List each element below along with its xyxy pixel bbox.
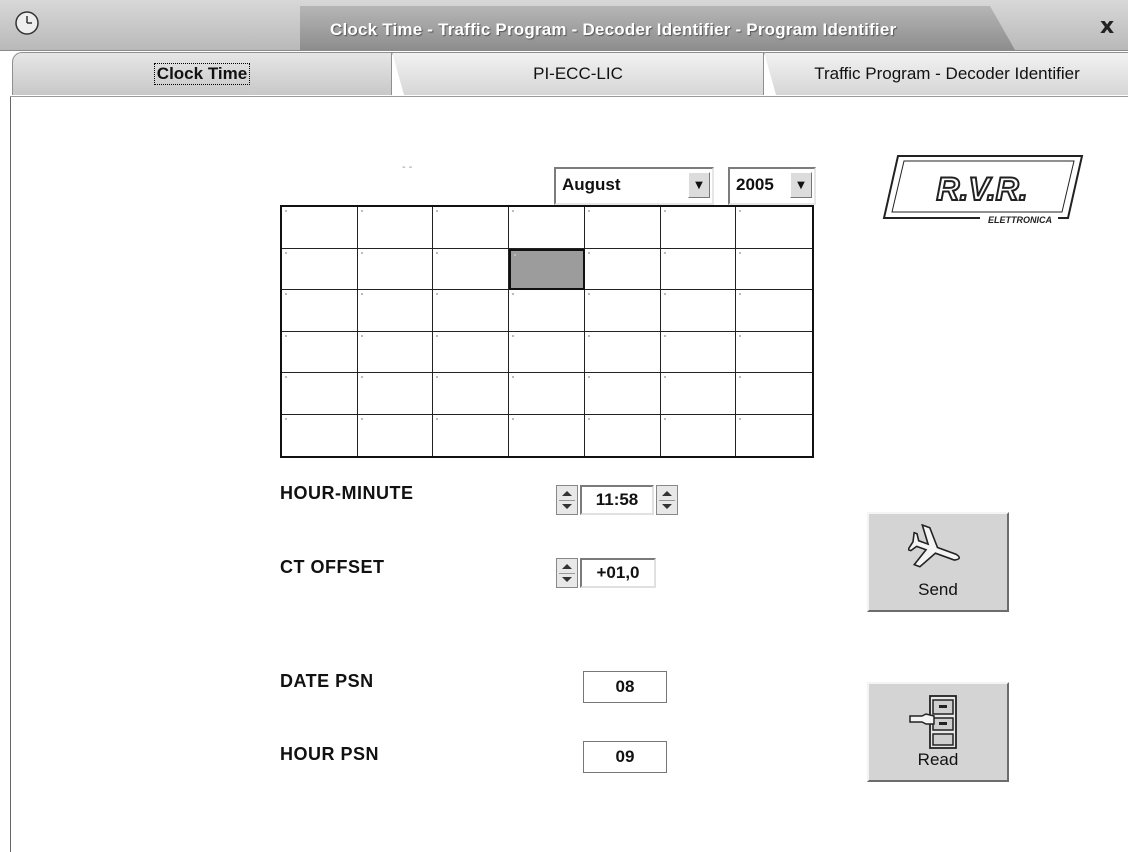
ct-offset-label: CT OFFSET bbox=[280, 557, 385, 577]
calendar-day-cell[interactable] bbox=[509, 248, 585, 290]
calendar-day-cell[interactable] bbox=[584, 290, 661, 332]
clock-icon bbox=[15, 11, 39, 35]
calendar-day-cell[interactable] bbox=[357, 331, 434, 373]
calendar-day-cell[interactable] bbox=[736, 207, 812, 249]
ct-offset-field[interactable]: +01,0 bbox=[580, 558, 656, 588]
calendar-day-cell[interactable] bbox=[509, 207, 585, 249]
rvr-logo: R.V.R. ELETTRONICA bbox=[882, 155, 1084, 225]
logo-subtext: ELETTRONICA bbox=[988, 215, 1052, 225]
calendar-day-cell[interactable] bbox=[736, 249, 812, 290]
tab-label: Traffic Program - Decoder Identifier bbox=[814, 64, 1080, 83]
calendar-day-cell[interactable] bbox=[282, 207, 358, 249]
calendar-day-cell[interactable] bbox=[660, 373, 737, 415]
calendar-dash: - - bbox=[402, 162, 413, 173]
window-title: Clock Time - Traffic Program - Decoder I… bbox=[330, 20, 897, 39]
calendar-day-cell[interactable] bbox=[584, 373, 661, 415]
calendar-day-cell[interactable] bbox=[357, 373, 434, 415]
hour-minute-field[interactable]: 11:58 bbox=[580, 485, 654, 515]
calendar-day-cell[interactable] bbox=[509, 414, 585, 456]
calendar-day-cell[interactable] bbox=[660, 207, 737, 249]
calendar-day-cell[interactable] bbox=[509, 373, 585, 415]
calendar-day-cell[interactable] bbox=[660, 290, 737, 332]
calendar-day-cell[interactable] bbox=[433, 207, 510, 249]
panel-border-top bbox=[10, 96, 1128, 97]
calendar-day-cell[interactable] bbox=[282, 331, 358, 373]
calendar-day-cell[interactable] bbox=[282, 290, 358, 332]
calendar-day-cell[interactable] bbox=[736, 415, 812, 457]
calendar-day-cell[interactable] bbox=[736, 332, 812, 373]
calendar-day-cell[interactable] bbox=[433, 331, 510, 373]
date-psn-field[interactable]: 08 bbox=[583, 671, 667, 703]
tab-clock-time[interactable]: Clock Time bbox=[12, 52, 392, 95]
calendar-day-cell[interactable] bbox=[282, 373, 358, 415]
date-psn-label: DATE PSN bbox=[280, 671, 374, 691]
tab-strip: Clock Time PI-ECC-LIC Traffic Program - … bbox=[0, 52, 1128, 96]
tab-label: PI-ECC-LIC bbox=[533, 64, 623, 83]
ct-offset-spinner[interactable] bbox=[556, 558, 578, 588]
close-icon[interactable]: x bbox=[1100, 14, 1114, 39]
calendar-day-cell[interactable] bbox=[433, 373, 510, 415]
calendar-day-cell[interactable] bbox=[282, 414, 358, 456]
calendar-day-cell[interactable] bbox=[358, 414, 434, 456]
hour-spinner[interactable] bbox=[556, 485, 578, 515]
calendar-day-cell[interactable] bbox=[433, 290, 510, 332]
send-button[interactable]: Send bbox=[867, 512, 1009, 612]
hour-psn-field[interactable]: 09 bbox=[583, 741, 667, 773]
calendar-grid bbox=[280, 205, 814, 458]
calendar-day-cell[interactable] bbox=[433, 248, 510, 290]
hour-psn-label: HOUR PSN bbox=[280, 744, 380, 764]
minute-spinner[interactable] bbox=[656, 485, 678, 515]
calendar-day-cell[interactable] bbox=[584, 207, 661, 249]
calendar-day-cell[interactable] bbox=[357, 207, 434, 249]
tab-pi-ecc-lic[interactable]: PI-ECC-LIC bbox=[392, 52, 764, 95]
hour-minute-label: HOUR-MINUTE bbox=[280, 483, 414, 503]
chevron-down-icon[interactable]: ▼ bbox=[790, 172, 812, 198]
tab-traffic-program[interactable]: Traffic Program - Decoder Identifier bbox=[764, 52, 1128, 95]
logo-text: R.V.R. bbox=[936, 171, 1027, 207]
read-label: Read bbox=[917, 750, 959, 769]
calendar-day-cell[interactable] bbox=[736, 290, 812, 332]
calendar-day-cell[interactable] bbox=[282, 248, 358, 290]
calendar-day-cell[interactable] bbox=[433, 414, 510, 456]
calendar-day-cell[interactable] bbox=[736, 373, 812, 415]
calendar-day-cell[interactable] bbox=[660, 248, 737, 290]
airplane-icon bbox=[908, 524, 960, 568]
year-dropdown[interactable]: 2005 ▼ bbox=[728, 167, 816, 205]
calendar-day-cell[interactable] bbox=[509, 331, 585, 373]
panel-border-left bbox=[10, 96, 11, 852]
chevron-down-icon[interactable]: ▼ bbox=[688, 172, 710, 198]
title-bar: Clock Time - Traffic Program - Decoder I… bbox=[0, 0, 1128, 51]
calendar-day-cell[interactable] bbox=[584, 331, 661, 373]
calendar-day-cell[interactable] bbox=[357, 248, 434, 290]
file-cabinet-icon bbox=[909, 695, 957, 749]
calendar-day-cell[interactable] bbox=[660, 331, 737, 373]
calendar-day-cell[interactable] bbox=[585, 414, 661, 456]
calendar-day-cell[interactable] bbox=[357, 290, 434, 332]
tab-label: Clock Time bbox=[153, 63, 251, 85]
calendar-day-cell[interactable] bbox=[584, 248, 661, 290]
calendar-day-cell[interactable] bbox=[509, 290, 585, 332]
month-dropdown[interactable]: August ▼ bbox=[554, 167, 714, 205]
year-value: 2005 bbox=[736, 175, 774, 194]
read-button[interactable]: Read bbox=[867, 682, 1009, 782]
month-value: August bbox=[562, 175, 621, 194]
calendar-day-cell[interactable] bbox=[661, 414, 737, 456]
send-label: Send bbox=[918, 580, 958, 599]
